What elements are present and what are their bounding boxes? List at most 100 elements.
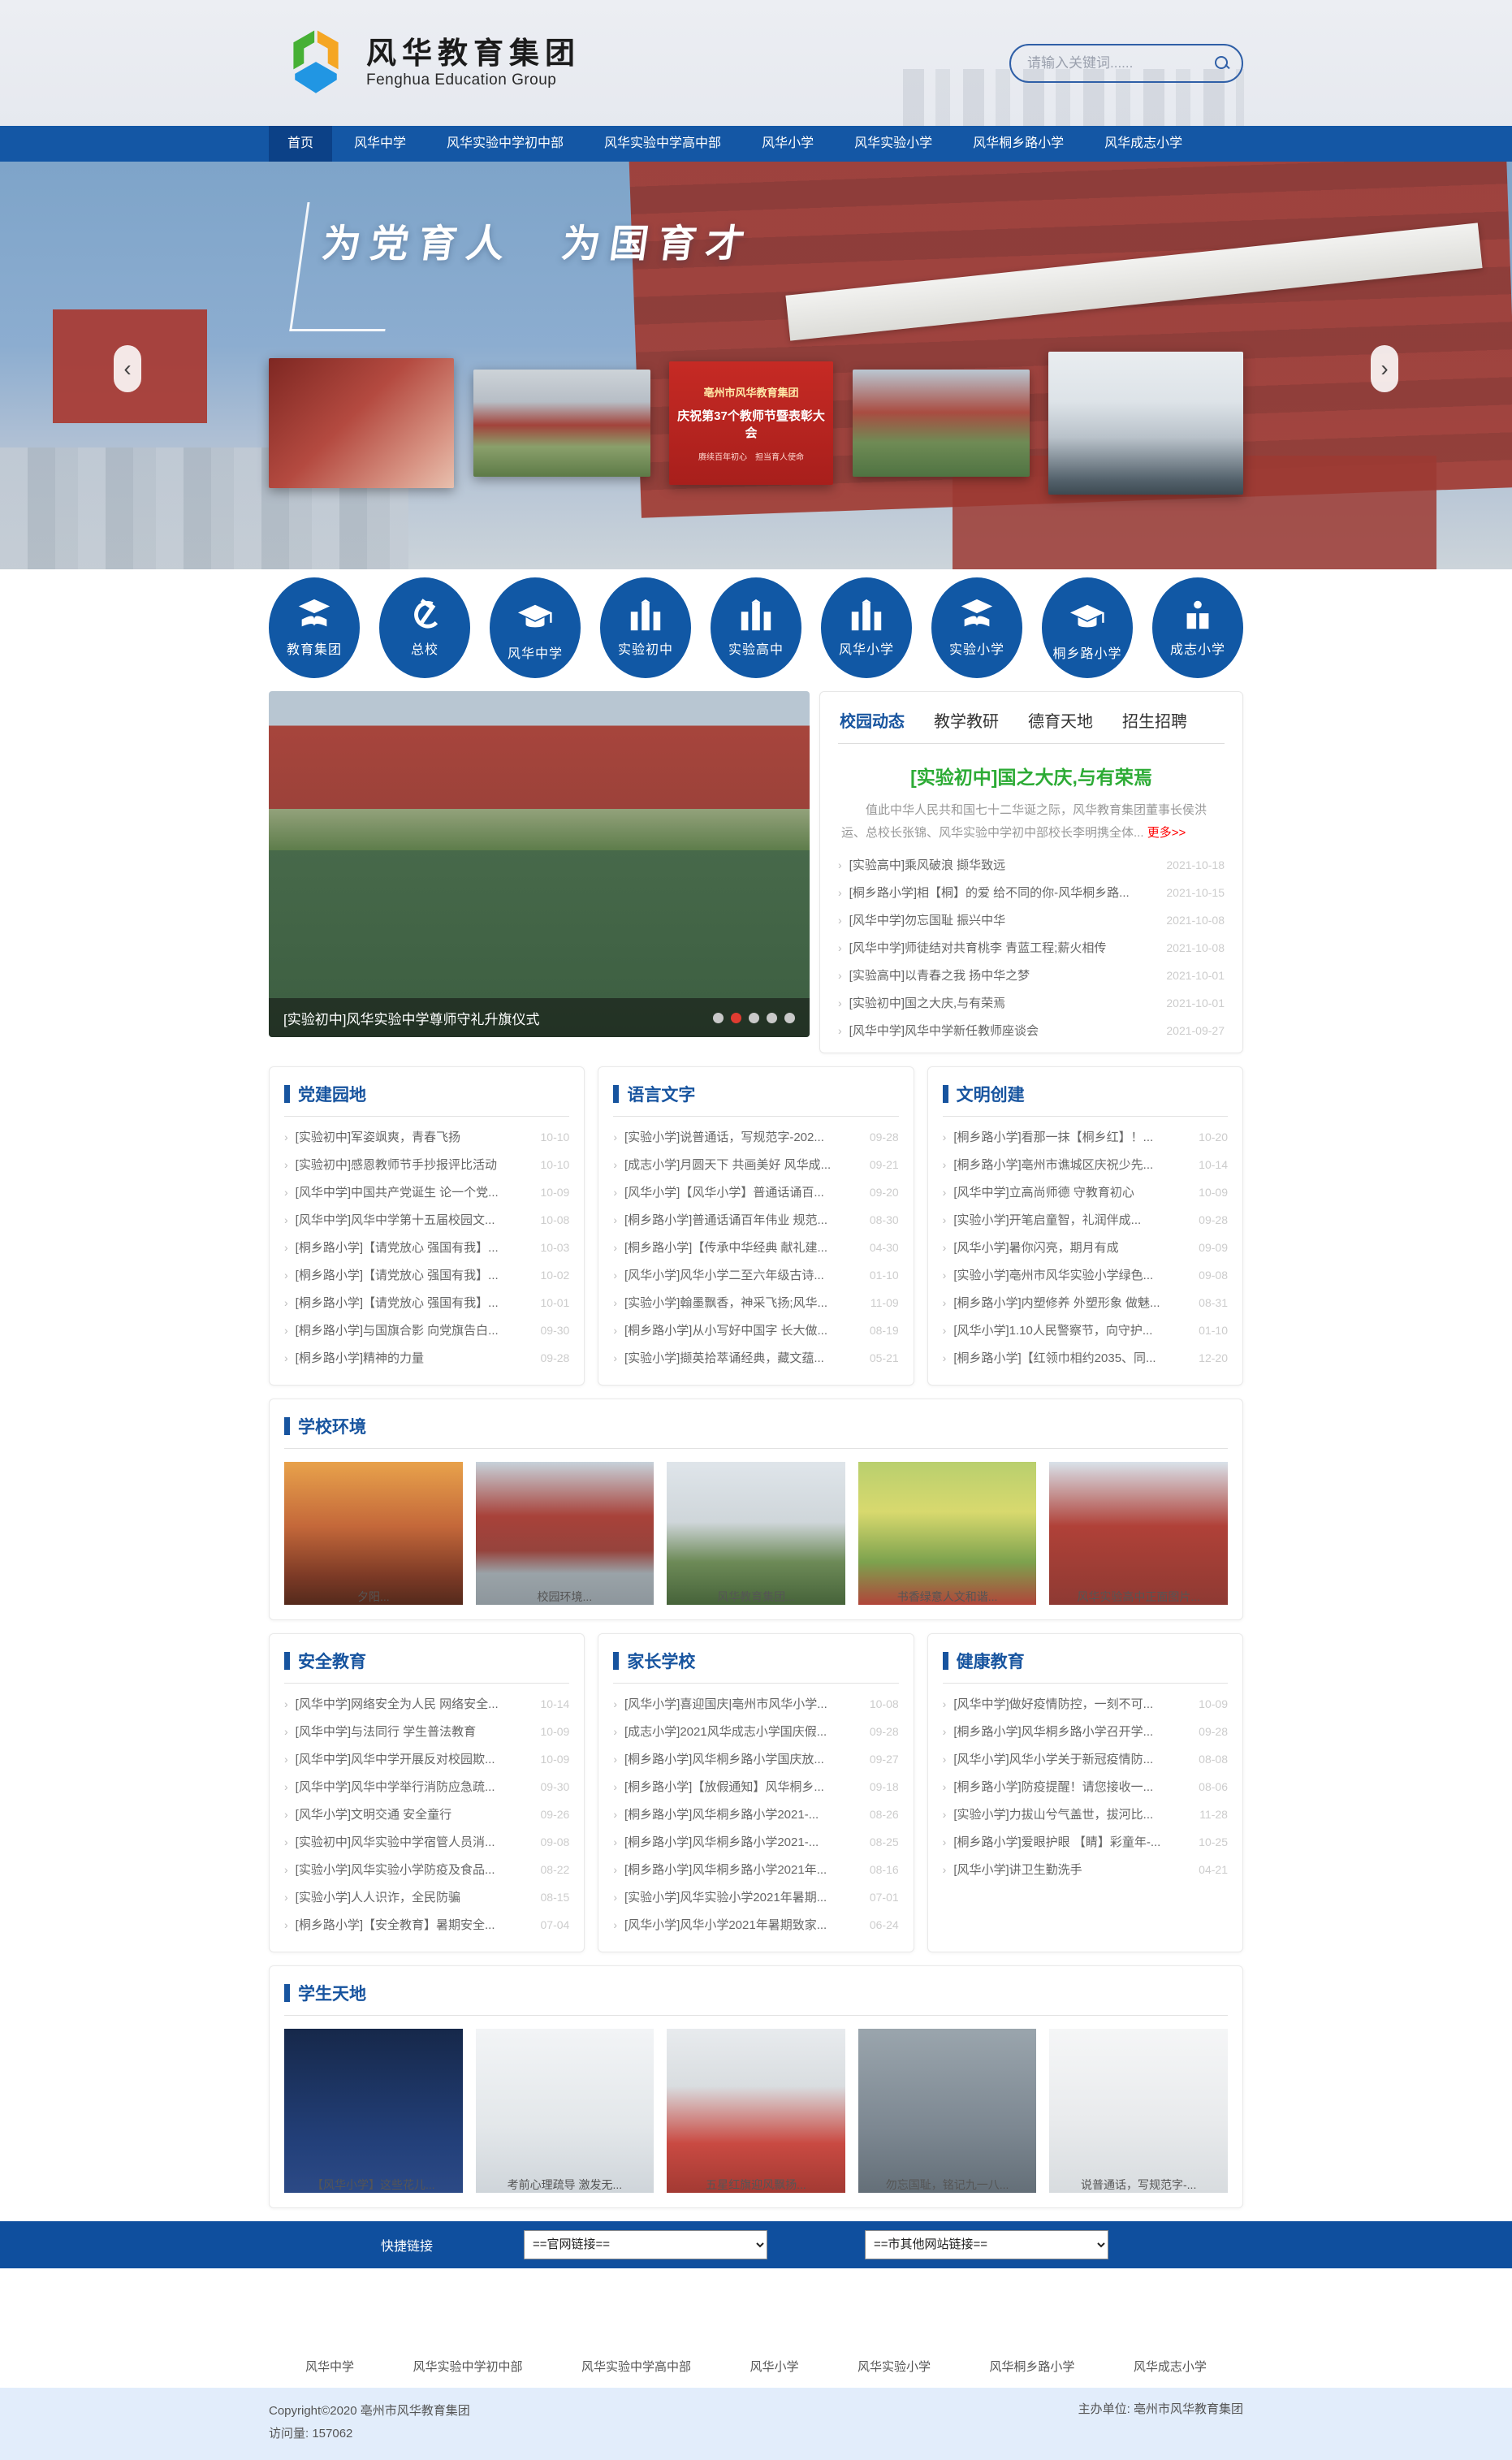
list-item[interactable]: › [风华小学]【风华小学】普通话诵百... 09-20: [613, 1178, 898, 1206]
gallery-photo[interactable]: [1049, 1462, 1228, 1580]
list-item[interactable]: › [风华中学]风华中学开展反对校园欺... 10-09: [284, 1745, 569, 1773]
news-list-item[interactable]: › [桐乡路小学]相【桐】的爱 给不同的你-风华桐乡路... 2021-10-1…: [838, 879, 1225, 906]
list-item[interactable]: › [实验小学]撷英拾萃诵经典，藏文蕴... 05-21: [613, 1344, 898, 1372]
news-list-item[interactable]: › [风华中学]风华中学新任教师座谈会 2021-09-27: [838, 1017, 1225, 1044]
list-item[interactable]: › [桐乡路小学]内塑修养 外塑形象 做魅... 08-31: [943, 1289, 1228, 1316]
school-badge[interactable]: 教育集团: [269, 577, 360, 678]
nav-item[interactable]: 风华桐乡路小学: [954, 126, 1082, 162]
nav-item[interactable]: 风华小学: [743, 126, 832, 162]
gallery-photo[interactable]: [667, 1462, 845, 1580]
list-item[interactable]: › [桐乡路小学]看那一抹【桐乡红】！... 10-20: [943, 1123, 1228, 1151]
search-input[interactable]: [1026, 54, 1214, 72]
gallery-photo[interactable]: [858, 2029, 1037, 2168]
carousel-thumb-1[interactable]: [269, 358, 454, 488]
slider-dot[interactable]: [767, 1013, 777, 1023]
list-item[interactable]: › [桐乡路小学]风华桐乡路小学2021-... 08-26: [613, 1801, 898, 1828]
gallery-item[interactable]: 风华教育集团...: [667, 1462, 845, 1605]
carousel-thumb-4[interactable]: [853, 370, 1030, 477]
school-badge[interactable]: 风华小学: [821, 577, 912, 678]
gallery-item[interactable]: 校园环境...: [476, 1462, 654, 1605]
list-item[interactable]: › [桐乡路小学]风华桐乡路小学国庆放... 09-27: [613, 1745, 898, 1773]
gallery-photo[interactable]: [1049, 2029, 1228, 2168]
list-item[interactable]: › [桐乡路小学]风华桐乡路小学2021年... 08-16: [613, 1856, 898, 1883]
carousel-prev-button[interactable]: ‹: [114, 345, 141, 392]
list-item[interactable]: › [实验小学]风华实验小学防疫及食品... 08-22: [284, 1856, 569, 1883]
news-tab[interactable]: 教学教研: [934, 708, 999, 732]
news-list-item[interactable]: › [实验初中]国之大庆,与有荣焉 2021-10-01: [838, 989, 1225, 1017]
list-item[interactable]: › [桐乡路小学]爱眼护眼 【睛】彩童年-... 10-25: [943, 1828, 1228, 1856]
slider-dot[interactable]: [713, 1013, 724, 1023]
news-list-item[interactable]: › [风华中学]勿忘国耻 振兴中华 2021-10-08: [838, 906, 1225, 934]
list-item[interactable]: › [实验小学]翰墨飘香，神采飞扬;风华... 11-09: [613, 1289, 898, 1316]
news-tab[interactable]: 招生招聘: [1122, 708, 1187, 732]
list-item[interactable]: › [风华中学]中国共产党诞生 论一个党... 10-09: [284, 1178, 569, 1206]
list-item[interactable]: › [桐乡路小学]与国旗合影 向党旗告白... 09-30: [284, 1316, 569, 1344]
footer-link[interactable]: 风华实验中学初中部: [413, 2358, 522, 2375]
gallery-item[interactable]: 说普通话，写规范字-...: [1049, 2029, 1228, 2193]
gallery-item[interactable]: 书香绿意人文和谐...: [858, 1462, 1037, 1605]
gallery-photo[interactable]: [667, 2029, 845, 2168]
gallery-photo[interactable]: [284, 1462, 463, 1580]
nav-item[interactable]: 风华实验小学: [836, 126, 951, 162]
list-item[interactable]: › [桐乡路小学]【红领巾相约2035、同... 12-20: [943, 1344, 1228, 1372]
list-item[interactable]: › [实验初中]军姿飒爽，青春飞扬 10-10: [284, 1123, 569, 1151]
list-item[interactable]: › [桐乡路小学]【请党放心 强国有我】... 10-02: [284, 1261, 569, 1289]
featured-news-title[interactable]: [实验初中]国之大庆,与有荣焉: [838, 762, 1225, 789]
gallery-item[interactable]: 风华实验高中正面图片...: [1049, 1462, 1228, 1605]
list-item[interactable]: › [桐乡路小学]【安全教育】暑期安全... 07-04: [284, 1911, 569, 1939]
footer-link[interactable]: 风华实验中学高中部: [581, 2358, 691, 2375]
news-list-item[interactable]: › [实验高中]乘风破浪 撷华致远 2021-10-18: [838, 851, 1225, 879]
list-item[interactable]: › [风华中学]风华中学第十五届校园文... 10-08: [284, 1206, 569, 1234]
list-item[interactable]: › [风华小学]风华小学二至六年级古诗... 01-10: [613, 1261, 898, 1289]
news-tab[interactable]: 校园动态: [840, 708, 905, 732]
news-photo-slider[interactable]: [实验初中]风华实验中学尊师守礼升旗仪式: [269, 691, 810, 1037]
city-links-select[interactable]: ==市其他网站链接==: [865, 2230, 1108, 2259]
list-item[interactable]: › [风华中学]做好疫情防控，一刻不可... 10-09: [943, 1690, 1228, 1718]
school-badge[interactable]: 实验小学: [931, 577, 1022, 678]
list-item[interactable]: › [风华中学]网络安全为人民 网络安全... 10-14: [284, 1690, 569, 1718]
news-tab[interactable]: 德育天地: [1028, 708, 1093, 732]
list-item[interactable]: › [实验小学]人人识诈，全民防骗 08-15: [284, 1883, 569, 1911]
gallery-item[interactable]: 夕阳...: [284, 1462, 463, 1605]
list-item[interactable]: › [桐乡路小学]普通话诵百年伟业 规范... 08-30: [613, 1206, 898, 1234]
list-item[interactable]: › [桐乡路小学]从小写好中国字 长大做... 08-19: [613, 1316, 898, 1344]
school-badge[interactable]: 实验初中: [600, 577, 691, 678]
official-links-select[interactable]: ==官网链接==: [524, 2230, 767, 2259]
footer-link[interactable]: 风华成志小学: [1134, 2358, 1207, 2375]
list-item[interactable]: › [桐乡路小学]防疫提醒！请您接收一... 08-06: [943, 1773, 1228, 1801]
footer-link[interactable]: 风华中学: [305, 2358, 354, 2375]
list-item[interactable]: › [实验小学]说普通话，写规范字-202... 09-28: [613, 1123, 898, 1151]
list-item[interactable]: › [实验小学]力拔山兮气盖世，拔河比... 11-28: [943, 1801, 1228, 1828]
list-item[interactable]: › [风华小学]文明交通 安全童行 09-26: [284, 1801, 569, 1828]
list-item[interactable]: › [实验初中]感恩教师节手抄报评比活动 10-10: [284, 1151, 569, 1178]
list-item[interactable]: › [成志小学]月圆天下 共画美好 风华成... 09-21: [613, 1151, 898, 1178]
slider-dot[interactable]: [749, 1013, 759, 1023]
school-badge[interactable]: 成志小学: [1152, 577, 1243, 678]
site-logo[interactable]: 风华教育集团 Fenghua Education Group: [279, 26, 581, 101]
list-item[interactable]: › [风华中学]与法同行 学生普法教育 10-09: [284, 1718, 569, 1745]
school-badge[interactable]: 实验高中: [711, 577, 801, 678]
carousel-thumb-5[interactable]: [1048, 352, 1243, 495]
list-item[interactable]: › [桐乡路小学]【放假通知】风华桐乡... 09-18: [613, 1773, 898, 1801]
footer-link[interactable]: 风华桐乡路小学: [989, 2358, 1074, 2375]
carousel-thumb-poster[interactable]: 亳州市风华教育集团 庆祝第37个教师节暨表彰大会 赓续百年初心 担当育人使命: [669, 361, 833, 485]
school-badge[interactable]: 总校: [379, 577, 470, 678]
search-icon[interactable]: [1214, 55, 1230, 71]
gallery-item[interactable]: 【风华小学】这些花儿...: [284, 2029, 463, 2193]
list-item[interactable]: › [风华小学]暑你闪亮，期月有成 09-09: [943, 1234, 1228, 1261]
gallery-item[interactable]: 考前心理疏导 激发无...: [476, 2029, 654, 2193]
list-item[interactable]: › [桐乡路小学]风华桐乡路小学2021-... 08-25: [613, 1828, 898, 1856]
gallery-photo[interactable]: [858, 1462, 1037, 1580]
nav-item[interactable]: 风华实验中学初中部: [428, 126, 582, 162]
list-item[interactable]: › [风华小学]风华小学2021年暑期致家... 06-24: [613, 1911, 898, 1939]
nav-item[interactable]: 风华成志小学: [1086, 126, 1201, 162]
list-item[interactable]: › [桐乡路小学]亳州市谯城区庆祝少先... 10-14: [943, 1151, 1228, 1178]
nav-item[interactable]: 风华实验中学高中部: [585, 126, 740, 162]
list-item[interactable]: › [实验初中]风华实验中学宿管人员消... 09-08: [284, 1828, 569, 1856]
search-box[interactable]: [1009, 44, 1243, 83]
list-item[interactable]: › [风华小学]讲卫生勤洗手 04-21: [943, 1856, 1228, 1883]
school-badge[interactable]: 风华中学: [490, 577, 581, 678]
gallery-photo[interactable]: [476, 1462, 654, 1580]
list-item[interactable]: › [风华小学]1.10人民警察节，向守护... 01-10: [943, 1316, 1228, 1344]
list-item[interactable]: › [风华小学]喜迎国庆|亳州市风华小学... 10-08: [613, 1690, 898, 1718]
